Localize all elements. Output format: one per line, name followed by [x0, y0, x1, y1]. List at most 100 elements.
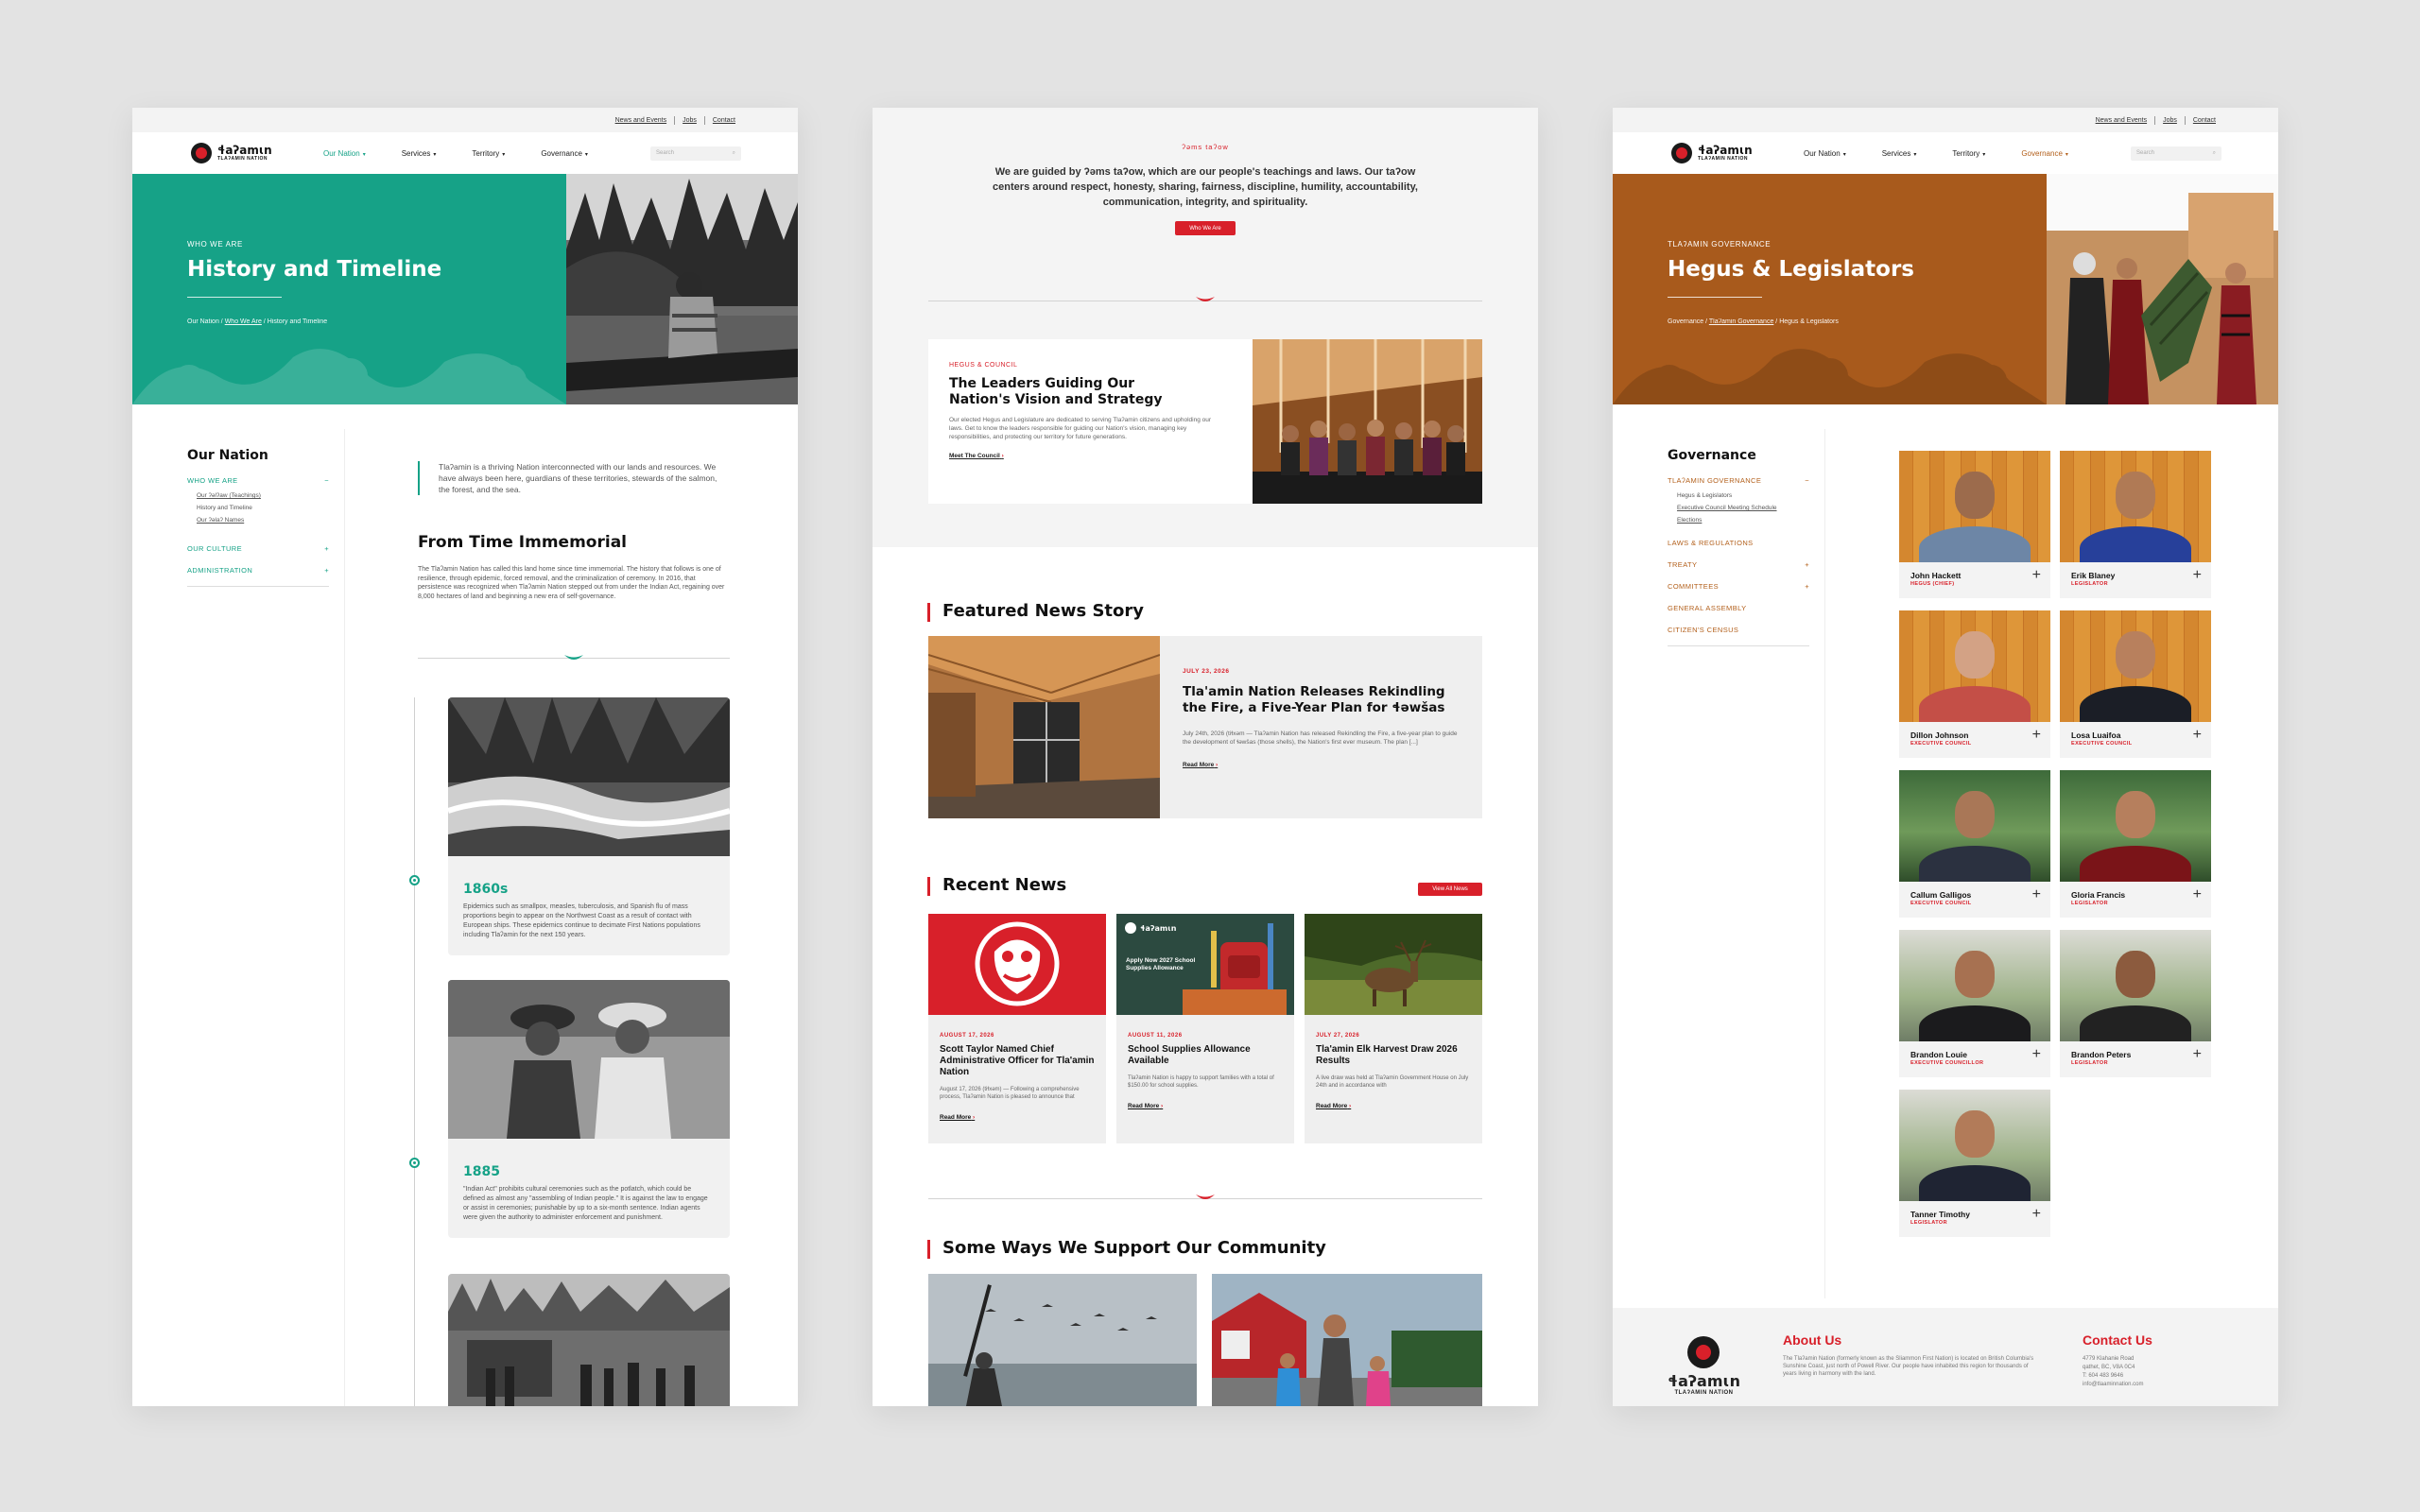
legislator-photo — [2060, 930, 2211, 1041]
sidebar-item-treaty[interactable]: TREATY + — [1668, 560, 1809, 569]
search-input[interactable]: Search ⌕ — [650, 146, 741, 161]
collapse-icon[interactable]: − — [1805, 476, 1809, 485]
news-card[interactable]: AUGUST 17, 2026 Scott Taylor Named Chief… — [928, 914, 1106, 1143]
contact-link[interactable]: Contact — [2186, 117, 2223, 124]
sidebar-item-who-we-are[interactable]: WHO WE ARE − — [187, 476, 329, 485]
news-card[interactable]: ɬaʔamɩn Apply Now 2027 School Supplies A… — [1116, 914, 1294, 1143]
recent-news-heading: Recent News — [927, 875, 1066, 896]
sidebar-item-our-culture[interactable]: OUR CULTURE + — [187, 544, 329, 553]
featured-title[interactable]: Tla'amin Nation Releases Rekindling the … — [1183, 684, 1461, 716]
nation-emblem-image — [928, 914, 1106, 1015]
expand-plus-icon[interactable]: + — [2032, 887, 2041, 902]
meet-council-link[interactable]: Meet The Council › — [949, 453, 1232, 459]
expand-icon[interactable]: + — [1805, 582, 1809, 591]
expand-icon[interactable]: + — [324, 566, 329, 575]
sidebar-subitem-elections[interactable]: Elections — [1668, 517, 1809, 524]
featured-story-photo — [928, 636, 1160, 818]
teachings-text: We are guided by ʔəms taʔow, which are o… — [993, 166, 1418, 208]
portrait-head — [1955, 472, 1995, 519]
breadcrumb-who-we-are[interactable]: Who We Are — [225, 318, 262, 325]
phone-number[interactable]: T: 604 483 9646 — [2083, 1372, 2224, 1381]
email-address[interactable]: info@tlaaminnation.com — [2083, 1381, 2224, 1389]
hero-photo-ceremony — [2047, 174, 2278, 404]
sidebar-subitem-teachings[interactable]: Our ʔəlʔaw (Teachings) — [187, 492, 329, 499]
breadcrumb-governance[interactable]: Governance — [1668, 318, 1703, 325]
sidebar-item-administration[interactable]: ADMINISTRATION + — [187, 566, 329, 575]
hero-kicker: WHO WE ARE — [187, 240, 243, 249]
breadcrumb-our-nation[interactable]: Our Nation — [187, 318, 219, 325]
timeline-card — [448, 1274, 730, 1406]
contact-link[interactable]: Contact — [705, 117, 743, 124]
news-card[interactable]: JULY 27, 2026 Tla'amin Elk Harvest Draw … — [1305, 914, 1482, 1143]
expand-icon[interactable]: + — [1805, 560, 1809, 569]
sidebar-item-general-assembly[interactable]: GENERAL ASSEMBLY — [1668, 604, 1809, 612]
legislator-card[interactable]: Tanner Timothy LEGISLATOR + — [1899, 1090, 2050, 1237]
jobs-link[interactable]: Jobs — [2155, 117, 2185, 124]
collapse-icon[interactable]: − — [324, 476, 329, 485]
section-sidebar: Our Nation WHO WE ARE − Our ʔəlʔaw (Teach… — [187, 448, 329, 587]
formline-pattern — [1613, 349, 2047, 404]
sidebar-subitem-hegus[interactable]: Hegus & Legislators — [1668, 492, 1809, 499]
nav-territory[interactable]: Territory ▾ — [472, 149, 505, 158]
expand-plus-icon[interactable]: + — [2032, 728, 2041, 743]
nav-services[interactable]: Services ▾ — [402, 149, 437, 158]
site-logo[interactable]: ɬaʔamɩn TLAʔAMIN NATION — [191, 143, 302, 163]
news-read-more-link[interactable]: Read More › — [940, 1114, 1095, 1121]
news-events-link[interactable]: News and Events — [608, 117, 674, 124]
timeline-card: 1860s Epidemics such as smallpox, measle… — [448, 697, 730, 955]
sidebar-item-committees[interactable]: COMMITTEES + — [1668, 582, 1809, 591]
nav-services[interactable]: Services ▾ — [1882, 149, 1917, 158]
news-read-more-link[interactable]: Read More › — [1128, 1103, 1283, 1109]
legislator-card[interactable]: Gloria Francis LEGISLATOR + — [2060, 770, 2211, 918]
breadcrumb-tlaamin-governance[interactable]: Tlaʔamin Governance — [1709, 318, 1773, 325]
nav-territory[interactable]: Territory ▾ — [1952, 149, 1985, 158]
sidebar-item-census[interactable]: CITIZEN'S CENSUS — [1668, 626, 1809, 634]
view-all-news-button[interactable]: View All News — [1418, 883, 1482, 896]
nav-governance[interactable]: Governance ▾ — [541, 149, 588, 158]
sidebar-subitem-meeting-schedule[interactable]: Executive Council Meeting Schedule — [1668, 505, 1809, 511]
nav-governance[interactable]: Governance ▾ — [2021, 149, 2068, 158]
legislator-card[interactable]: Losa Luaifoa EXECUTIVE COUNCIL + — [2060, 610, 2211, 758]
news-events-link[interactable]: News and Events — [2088, 117, 2154, 124]
expand-plus-icon[interactable]: + — [2193, 728, 2202, 743]
expand-plus-icon[interactable]: + — [2032, 1207, 2041, 1222]
sidebar-subitem-names[interactable]: Our ʔəlaʔ Names — [187, 517, 329, 524]
search-icon[interactable]: ⌕ — [733, 150, 735, 157]
formline-pattern — [132, 349, 566, 404]
search-icon[interactable]: ⌕ — [2213, 150, 2216, 157]
legislator-photo — [2060, 610, 2211, 722]
nav-our-nation[interactable]: Our Nation ▾ — [323, 149, 366, 158]
expand-plus-icon[interactable]: + — [2032, 568, 2041, 583]
expand-plus-icon[interactable]: + — [2032, 1047, 2041, 1062]
legislator-card[interactable]: Erik Blaney LEGISLATOR + — [2060, 451, 2211, 598]
featured-read-more-link[interactable]: Read More › — [1183, 762, 1461, 768]
legislator-card[interactable]: Dillon Johnson EXECUTIVE COUNCIL + — [1899, 610, 2050, 758]
expand-plus-icon[interactable]: + — [2193, 887, 2202, 902]
footer-logo[interactable]: ɬaʔamɩn TLAʔAMIN NATION — [1668, 1336, 1740, 1396]
community-family-photo — [1212, 1274, 1482, 1406]
legislator-card[interactable]: John Hackett HEGUS (CHIEF) + — [1899, 451, 2050, 598]
news-read-more-link[interactable]: Read More › — [1316, 1103, 1471, 1109]
expand-plus-icon[interactable]: + — [2193, 568, 2202, 583]
main-nav: ɬaʔamɩn TLAʔAMIN NATION Our Nation ▾ Servi… — [132, 132, 798, 174]
legislator-card[interactable]: Callum Galligos EXECUTIVE COUNCIL + — [1899, 770, 2050, 918]
legislator-photo — [1899, 770, 2050, 882]
title-divider — [187, 297, 282, 298]
legislator-role: EXECUTIVE COUNCIL — [1910, 901, 1972, 906]
timeline-card: 1885 "Indian Act" prohibits cultural cer… — [448, 980, 730, 1238]
legislator-card[interactable]: Brandon Louie EXECUTIVE COUNCILLOR + — [1899, 930, 2050, 1077]
breadcrumb-current: History and Timeline — [267, 318, 328, 325]
site-logo[interactable]: ɬaʔamɩn TLAʔAMIN NATION — [1671, 143, 1783, 163]
search-input[interactable]: Search ⌕ — [2131, 146, 2221, 161]
jobs-link[interactable]: Jobs — [675, 117, 704, 124]
sidebar-item-laws[interactable]: LAWS & REGULATIONS — [1668, 539, 1809, 547]
expand-plus-icon[interactable]: + — [2193, 1047, 2202, 1062]
nav-our-nation[interactable]: Our Nation ▾ — [1804, 149, 1846, 158]
nav-menu: Our Nation ▾ Services ▾ Territory ▾ Governa… — [1783, 149, 2131, 158]
legislator-card[interactable]: Brandon Peters LEGISLATOR + — [2060, 930, 2211, 1077]
logo-text: ɬaʔamɩn — [217, 143, 272, 157]
who-we-are-button[interactable]: Who We Are — [1175, 221, 1236, 235]
sidebar-item-tlaamin-governance[interactable]: TLAʔAMIN GOVERNANCE − — [1668, 476, 1809, 485]
sidebar-subitem-history[interactable]: History and Timeline — [187, 505, 329, 511]
expand-icon[interactable]: + — [324, 544, 329, 553]
